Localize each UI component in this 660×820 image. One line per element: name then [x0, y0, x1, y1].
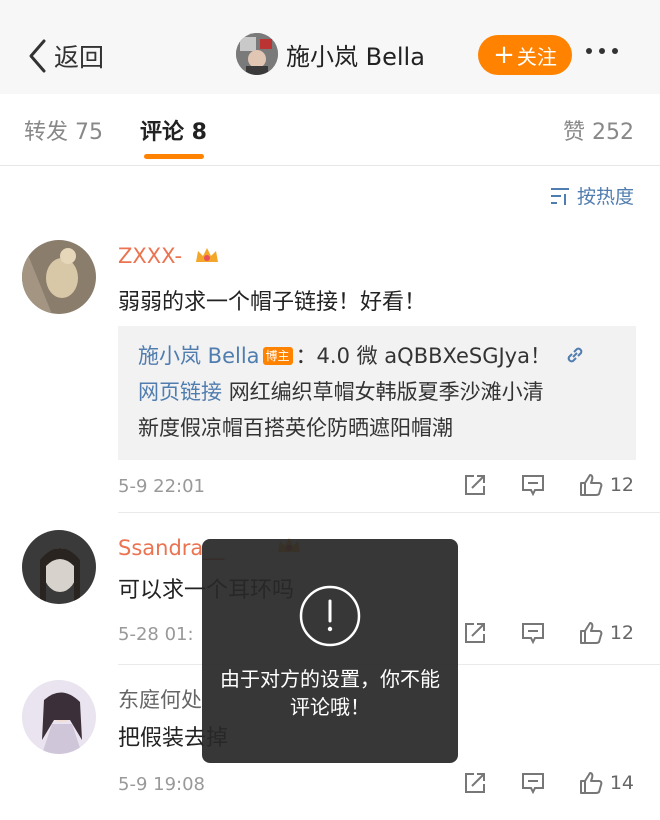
comment-time: 5-9 22:01	[118, 476, 205, 497]
comment-actions: 12	[430, 620, 634, 646]
plus-icon: +	[493, 40, 515, 70]
tab-like[interactable]: 赞 252	[563, 114, 634, 146]
sort-label: 按热度	[576, 186, 634, 208]
comment-icon	[521, 475, 544, 497]
active-tab-indicator	[144, 154, 204, 159]
comment-time: 5-9 19:08	[118, 774, 205, 795]
web-link[interactable]: 网页链接	[138, 380, 222, 404]
tab-bar: 转发 75 评论 8 赞 252	[0, 94, 660, 166]
quoted-reply[interactable]: 施小岚 Bella 博主 ：4.0 微 aQBBXeSGJya！ 网页链接 网红编织…	[118, 326, 636, 460]
share-button[interactable]	[462, 472, 488, 498]
comment-text: 弱弱的求一个帽子链接！好看！	[118, 290, 427, 315]
quote-author[interactable]: 施小岚 Bella	[138, 344, 260, 368]
profile-header[interactable]: 施小岚 Bella	[236, 33, 425, 75]
reply-button[interactable]	[520, 472, 546, 498]
link-icon	[567, 347, 582, 363]
chevron-left-icon	[29, 39, 46, 73]
dot-icon	[599, 48, 605, 54]
avatar-image-icon	[236, 33, 278, 75]
avatar[interactable]	[22, 680, 96, 754]
sort-button[interactable]: 按热度	[549, 182, 634, 209]
avatar-image-icon	[22, 240, 96, 314]
thumbs-up-icon	[579, 622, 603, 644]
share-icon	[464, 623, 485, 643]
top-nav-bar: 返回 施小岚 Bella + 关注	[0, 0, 660, 94]
comment-icon	[521, 623, 544, 645]
share-button[interactable]	[462, 620, 488, 646]
more-options-button[interactable]	[586, 48, 618, 54]
back-button[interactable]: 返回	[26, 36, 104, 76]
share-icon	[464, 773, 485, 793]
thumbs-up-icon	[579, 474, 603, 496]
share-icon	[464, 475, 485, 495]
author-badge: 博主	[262, 347, 293, 365]
like-count: 12	[609, 474, 634, 496]
profile-avatar[interactable]	[236, 33, 278, 75]
thumbs-up-icon	[579, 772, 603, 794]
comment-actions: 12	[430, 472, 634, 498]
divider	[118, 512, 660, 513]
quote-text-line3: 新度假凉帽百搭英伦防晒遮阳帽潮	[138, 416, 453, 440]
tab-repost[interactable]: 转发 75	[24, 114, 103, 146]
avatar-image-icon	[22, 680, 96, 754]
reply-button[interactable]	[520, 620, 546, 646]
toast-message: 由于对方的设置，你不能评论哦！	[220, 667, 440, 719]
avatar-image-icon	[22, 530, 96, 604]
dot-icon	[586, 48, 592, 54]
avatar[interactable]	[22, 240, 96, 314]
follow-button[interactable]: + 关注	[478, 35, 572, 75]
quote-text-line1: ：4.0 微 aQBBXeSGJya！	[295, 344, 551, 368]
follow-label: 关注	[516, 44, 557, 69]
profile-name: 施小岚 Bella	[286, 42, 425, 71]
reply-button[interactable]	[520, 770, 546, 796]
comment-icon	[521, 773, 544, 795]
comment-actions: 14	[430, 770, 634, 796]
tab-comment[interactable]: 评论 8	[140, 114, 207, 146]
exclamation-circle-icon	[299, 585, 361, 647]
share-button[interactable]	[462, 770, 488, 796]
avatar[interactable]	[22, 530, 96, 604]
like-count: 14	[609, 772, 634, 794]
crown-badge-icon	[196, 248, 218, 262]
like-button[interactable]: 12	[578, 472, 634, 498]
quote-text-line2: 网红编织草帽女韩版夏季沙滩小清	[228, 380, 544, 404]
toast-dialog: 由于对方的设置，你不能评论哦！	[202, 539, 458, 763]
dot-icon	[612, 48, 618, 54]
back-label: 返回	[54, 43, 105, 72]
like-count: 12	[609, 622, 634, 644]
like-button[interactable]: 12	[578, 620, 634, 646]
sort-icon	[550, 187, 569, 205]
comment-time: 5-28 01:	[118, 624, 194, 645]
commenter-name[interactable]: 东庭何处	[118, 684, 202, 714]
commenter-name[interactable]: ZXXX-	[118, 244, 182, 268]
like-button[interactable]: 14	[578, 770, 634, 796]
